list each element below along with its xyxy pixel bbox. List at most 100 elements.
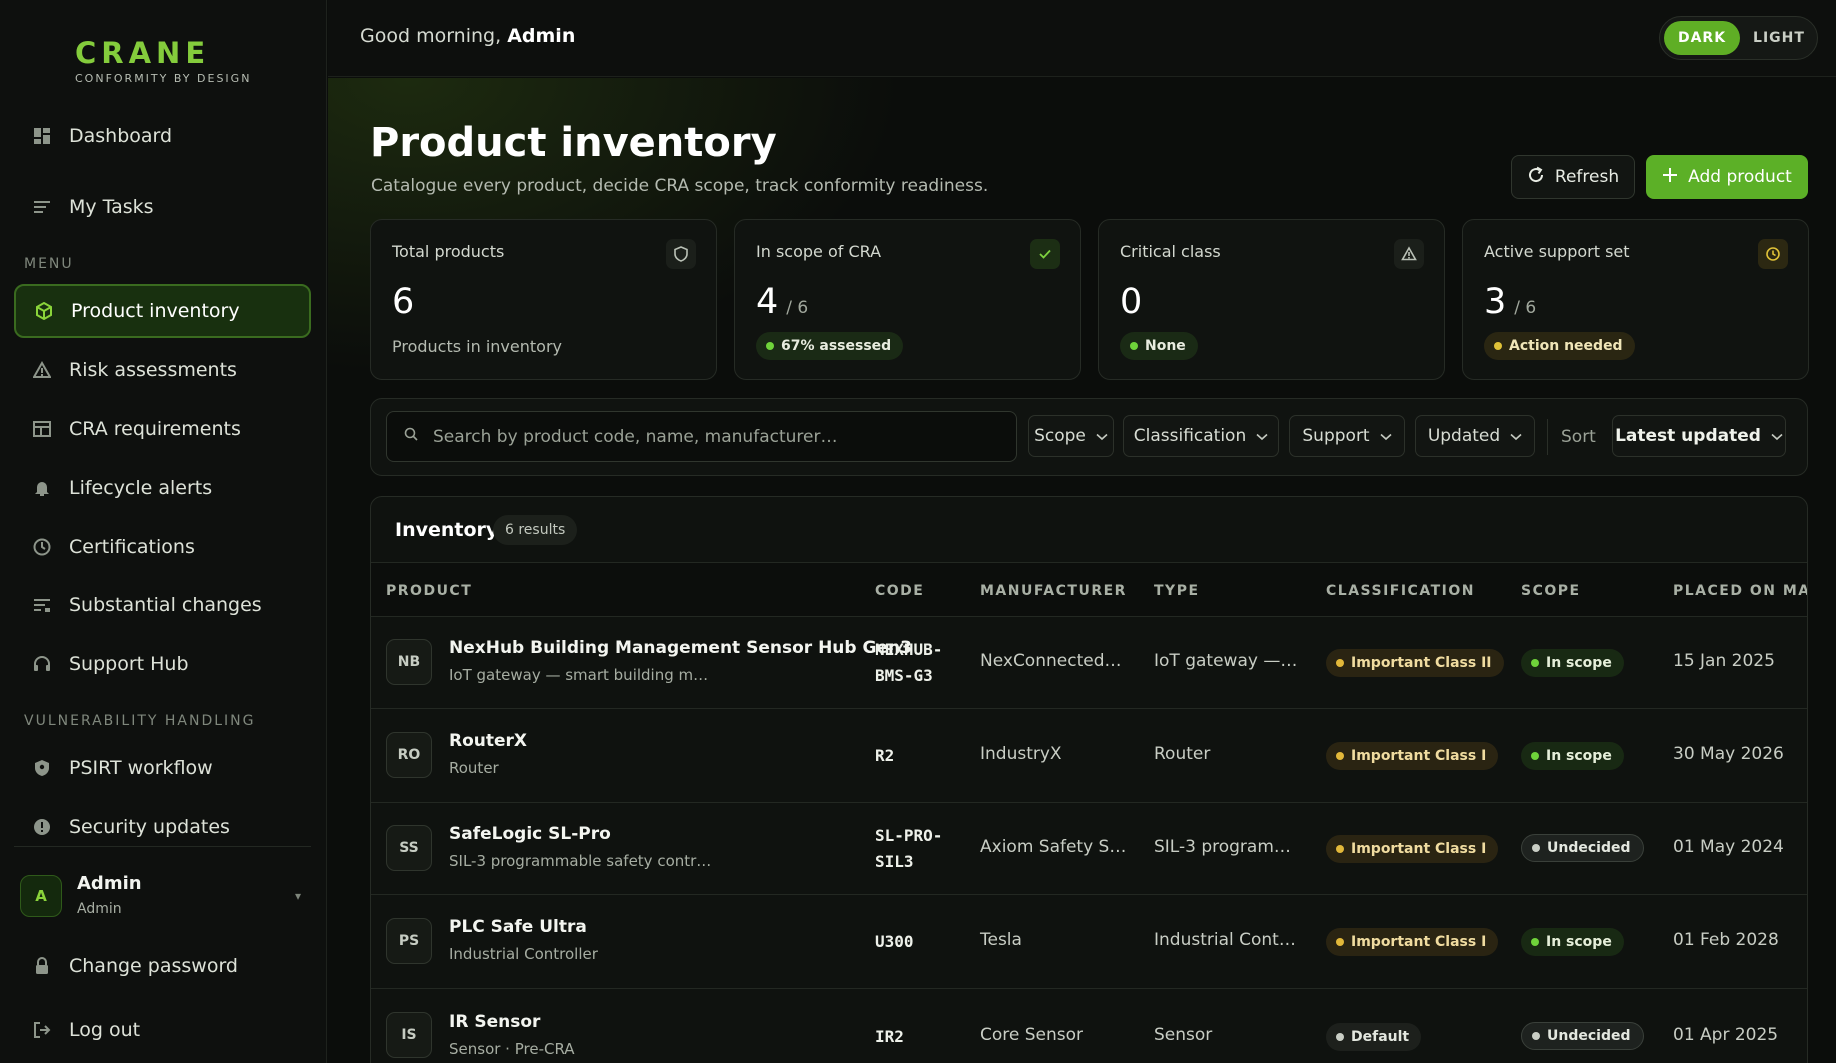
product-name[interactable]: PLC Safe Ultra	[449, 917, 587, 937]
manufacturer: Tesla	[980, 930, 1022, 950]
product-initials: SS	[386, 825, 432, 871]
chevron-down-icon[interactable]: ▾	[295, 889, 301, 903]
product-type: IoT gateway —…	[1154, 651, 1298, 671]
product-code: SL-PRO- SIL3	[875, 823, 942, 875]
dashboard-icon	[32, 126, 52, 146]
avatar: A	[20, 875, 62, 917]
scope-badge: In scope	[1521, 742, 1624, 770]
add-product-label: Add product	[1688, 167, 1792, 187]
refresh-button[interactable]: Refresh	[1511, 155, 1635, 199]
refresh-icon	[1527, 166, 1545, 189]
search-box[interactable]	[386, 411, 1017, 462]
sidebar-item-label: Product inventory	[71, 300, 240, 322]
column-header[interactable]: SCOPE	[1521, 583, 1581, 599]
sidebar-item-label: Risk assessments	[69, 359, 237, 381]
status-dot	[1494, 342, 1502, 350]
sidebar-item-label: Dashboard	[69, 125, 173, 147]
product-initials: PS	[386, 918, 432, 964]
product-type: SIL-3 program…	[1154, 837, 1291, 857]
clock-icon	[32, 537, 52, 557]
user-menu[interactable]: A Admin Admin ▾	[14, 846, 311, 930]
product-type: Industrial Cont…	[1154, 930, 1296, 950]
column-header[interactable]: PLACED ON MARK	[1673, 583, 1807, 599]
column-header[interactable]: CODE	[875, 583, 924, 599]
manufacturer: IndustryX	[980, 744, 1062, 764]
theme-light-option[interactable]: LIGHT	[1746, 21, 1812, 55]
product-name[interactable]: RouterX	[449, 731, 527, 751]
filter-bar: Scope Classification Support Updated Sor…	[370, 398, 1808, 476]
scope-filter-dropdown[interactable]: Scope	[1028, 415, 1114, 457]
stat-number: 4	[756, 282, 779, 322]
theme-dark-option[interactable]: DARK	[1664, 21, 1740, 55]
column-header[interactable]: CLASSIFICATION	[1326, 583, 1475, 599]
sidebar-item-cra-requirements[interactable]: CRA requirements	[14, 402, 311, 456]
greeting-prefix: Good morning,	[360, 25, 502, 47]
sidebar-item-substantial-changes[interactable]: Substantial changes	[14, 578, 311, 632]
shield-icon	[666, 239, 696, 269]
sidebar-item-certifications[interactable]: Certifications	[14, 520, 311, 574]
product-code: U300	[875, 929, 914, 955]
placed-on-market-date: 01 May 2024	[1673, 837, 1784, 857]
product-name[interactable]: NexHub Building Management Sensor Hub Ge…	[449, 638, 912, 658]
sort-dropdown[interactable]: Latest updated	[1612, 415, 1786, 457]
column-header[interactable]: TYPE	[1154, 583, 1200, 599]
code-line: BMS-G3	[875, 666, 933, 685]
sidebar-item-my-tasks[interactable]: My Tasks	[14, 180, 311, 234]
brand-logo[interactable]: CRANE CONFORMITY BY DESIGN	[75, 36, 251, 85]
sidebar-item-log-out[interactable]: Log out	[14, 1003, 311, 1057]
tasks-icon	[32, 197, 52, 217]
table-row[interactable]: RO RouterX Router R2 IndustryX Router Im…	[371, 709, 1807, 803]
status-dot	[1336, 845, 1344, 853]
sidebar-item-support-hub[interactable]: Support Hub	[14, 637, 311, 691]
product-code: IR2	[875, 1024, 904, 1050]
product-code: R2	[875, 743, 894, 769]
page-title: Product inventory	[370, 120, 777, 166]
plus-icon	[1662, 167, 1678, 188]
shield-icon	[32, 758, 52, 778]
dropdown-label: Latest updated	[1615, 426, 1761, 446]
sidebar-item-label: Lifecycle alerts	[69, 477, 213, 499]
chevron-down-icon	[1096, 426, 1108, 446]
brand-name: CRANE	[75, 36, 211, 70]
column-header[interactable]: PRODUCT	[386, 583, 472, 599]
stat-label: Critical class	[1120, 242, 1221, 261]
product-name[interactable]: SafeLogic SL-Pro	[449, 824, 611, 844]
stat-label: Active support set	[1484, 242, 1630, 261]
section-label-menu: MENU	[24, 256, 74, 272]
theme-toggle[interactable]: DARK LIGHT	[1659, 16, 1818, 60]
classification-badge: Important Class I	[1326, 742, 1499, 770]
stat-total-products: Total products 6 Products in inventory	[370, 219, 717, 380]
lock-icon	[32, 956, 52, 976]
scope-badge: In scope	[1521, 649, 1624, 677]
stat-denominator: / 6	[786, 298, 809, 318]
table-title: Inventory	[395, 519, 499, 541]
product-description: Sensor · Pre-CRA	[449, 1040, 575, 1058]
column-header[interactable]: MANUFACTURER	[980, 583, 1127, 599]
sidebar-item-risk-assessments[interactable]: Risk assessments	[14, 343, 311, 397]
table-row[interactable]: NB NexHub Building Management Sensor Hub…	[371, 617, 1807, 709]
warning-icon	[1394, 239, 1424, 269]
classification-filter-dropdown[interactable]: Classification	[1123, 415, 1279, 457]
search-input[interactable]	[433, 426, 993, 447]
page-subtitle: Catalogue every product, decide CRA scop…	[371, 176, 989, 196]
classification-label: Important Class I	[1351, 748, 1487, 764]
chevron-down-icon	[1510, 426, 1522, 446]
dropdown-label: Classification	[1133, 426, 1247, 446]
sidebar-item-lifecycle-alerts[interactable]: Lifecycle alerts	[14, 461, 311, 515]
product-initials: NB	[386, 639, 432, 685]
status-badge-label: 67% assessed	[781, 338, 892, 354]
product-name[interactable]: IR Sensor	[449, 1012, 540, 1032]
sidebar-item-psirt-workflow[interactable]: PSIRT workflow	[14, 741, 311, 795]
add-product-button[interactable]: Add product	[1646, 155, 1808, 199]
stat-denominator: / 6	[1514, 298, 1537, 318]
status-dot	[1532, 1032, 1540, 1040]
sidebar-item-dashboard[interactable]: Dashboard	[14, 109, 311, 163]
table-row[interactable]: SS SafeLogic SL-Pro SIL-3 programmable s…	[371, 803, 1807, 895]
sidebar-item-product-inventory[interactable]: Product inventory	[14, 284, 311, 338]
table-row[interactable]: IS IR Sensor Sensor · Pre-CRA IR2 Core S…	[371, 989, 1807, 1063]
table-row[interactable]: PS PLC Safe Ultra Industrial Controller …	[371, 895, 1807, 989]
sidebar-item-change-password[interactable]: Change password	[14, 939, 311, 993]
updated-filter-dropdown[interactable]: Updated	[1415, 415, 1535, 457]
status-badge: 67% assessed	[756, 332, 904, 360]
support-filter-dropdown[interactable]: Support	[1289, 415, 1405, 457]
